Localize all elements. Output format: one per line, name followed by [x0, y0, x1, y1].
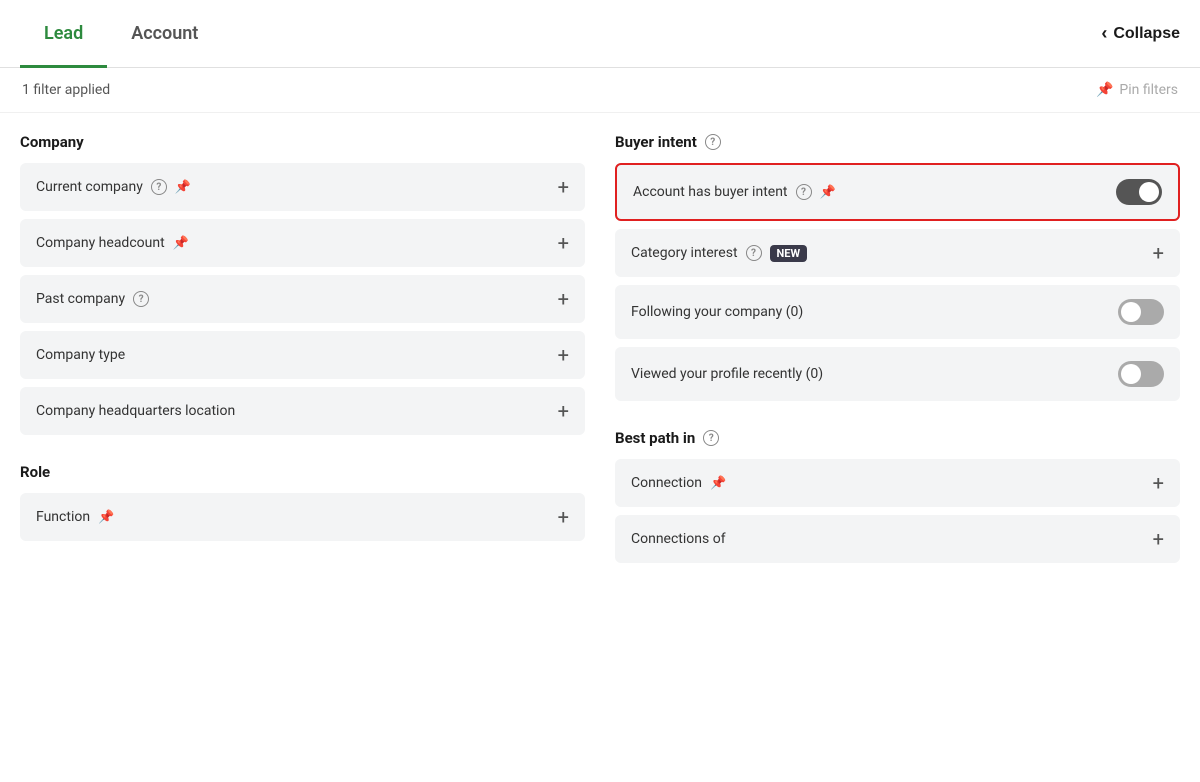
- pin-icon: 📌: [1096, 82, 1113, 98]
- new-badge: New: [770, 245, 808, 262]
- chevron-left-icon: ‹: [1101, 23, 1107, 44]
- company-filter-list: Current company ? 📌 + Company headcount …: [20, 163, 585, 443]
- plus-icon-company-type[interactable]: +: [558, 345, 569, 365]
- collapse-button[interactable]: ‹ Collapse: [1101, 23, 1180, 44]
- tab-lead[interactable]: Lead: [20, 1, 107, 68]
- question-icon-buyer-intent: ?: [705, 134, 721, 150]
- toggle-slider: [1116, 179, 1162, 205]
- role-section-title: Role: [20, 463, 585, 481]
- right-column: Buyer intent ? Account has buyer intent …: [605, 133, 1180, 779]
- plus-icon-category-interest[interactable]: +: [1153, 243, 1164, 263]
- left-column: Company Current company ? 📌 + Company he…: [20, 133, 605, 779]
- tab-bar: Lead Account ‹ Collapse: [0, 0, 1200, 68]
- toggle-following-company[interactable]: [1118, 299, 1164, 325]
- question-icon-category: ?: [746, 245, 762, 261]
- company-section-title: Company: [20, 133, 585, 151]
- question-icon-past-company: ?: [133, 291, 149, 307]
- filter-bar: 1 filter applied 📌 Pin filters: [0, 68, 1200, 113]
- pin-icon-connection: 📌: [710, 476, 726, 491]
- plus-icon-connections-of[interactable]: +: [1153, 529, 1164, 549]
- company-section: Company Current company ? 📌 + Company he…: [20, 133, 585, 443]
- plus-icon-past-company[interactable]: +: [558, 289, 569, 309]
- plus-icon-function[interactable]: +: [558, 507, 569, 527]
- filter-item-viewed-profile[interactable]: Viewed your profile recently (0): [615, 347, 1180, 401]
- filter-item-following-company[interactable]: Following your company (0): [615, 285, 1180, 339]
- filter-item-company-headcount[interactable]: Company headcount 📌 +: [20, 219, 585, 267]
- pin-filters-button[interactable]: 📌 Pin filters: [1096, 82, 1178, 98]
- plus-icon-current-company[interactable]: +: [558, 177, 569, 197]
- pin-icon-headcount: 📌: [173, 236, 189, 251]
- main-content: Company Current company ? 📌 + Company he…: [0, 113, 1200, 779]
- pin-icon-function: 📌: [98, 510, 114, 525]
- filter-item-connections-of[interactable]: Connections of +: [615, 515, 1180, 563]
- filter-item-function[interactable]: Function 📌 +: [20, 493, 585, 541]
- buyer-intent-section-title: Buyer intent ?: [615, 133, 1180, 151]
- toggle-viewed-profile[interactable]: [1118, 361, 1164, 387]
- tab-account[interactable]: Account: [107, 1, 222, 68]
- filter-count: 1 filter applied: [22, 82, 110, 98]
- plus-icon-headcount[interactable]: +: [558, 233, 569, 253]
- filter-item-current-company[interactable]: Current company ? 📌 +: [20, 163, 585, 211]
- question-icon: ?: [151, 179, 167, 195]
- best-path-section-title: Best path in ?: [615, 429, 1180, 447]
- question-icon-best-path: ?: [703, 430, 719, 446]
- role-section: Role Function 📌 +: [20, 463, 585, 549]
- filter-item-category-interest[interactable]: Category interest ? New +: [615, 229, 1180, 277]
- filter-item-past-company[interactable]: Past company ? +: [20, 275, 585, 323]
- filter-item-company-type[interactable]: Company type +: [20, 331, 585, 379]
- toggle-slider-following: [1118, 299, 1164, 325]
- pin-icon-buyer-intent: 📌: [820, 185, 836, 200]
- plus-icon-connection[interactable]: +: [1153, 473, 1164, 493]
- best-path-filter-list: Connection 📌 + Connections of +: [615, 459, 1180, 571]
- filter-item-hq-location[interactable]: Company headquarters location +: [20, 387, 585, 435]
- tabs: Lead Account: [20, 0, 222, 67]
- plus-icon-hq-location[interactable]: +: [558, 401, 569, 421]
- best-path-section: Best path in ? Connection 📌 + Connection…: [615, 429, 1180, 571]
- filter-item-connection[interactable]: Connection 📌 +: [615, 459, 1180, 507]
- role-filter-list: Function 📌 +: [20, 493, 585, 549]
- toggle-buyer-intent[interactable]: [1116, 179, 1162, 205]
- filter-item-buyer-intent[interactable]: Account has buyer intent ? 📌: [615, 163, 1180, 221]
- toggle-slider-viewed: [1118, 361, 1164, 387]
- buyer-intent-section: Buyer intent ? Account has buyer intent …: [615, 133, 1180, 409]
- question-icon-buyer-intent-item: ?: [796, 184, 812, 200]
- buyer-intent-filter-list: Account has buyer intent ? 📌 Category in…: [615, 163, 1180, 409]
- pin-icon-current-company: 📌: [175, 180, 191, 195]
